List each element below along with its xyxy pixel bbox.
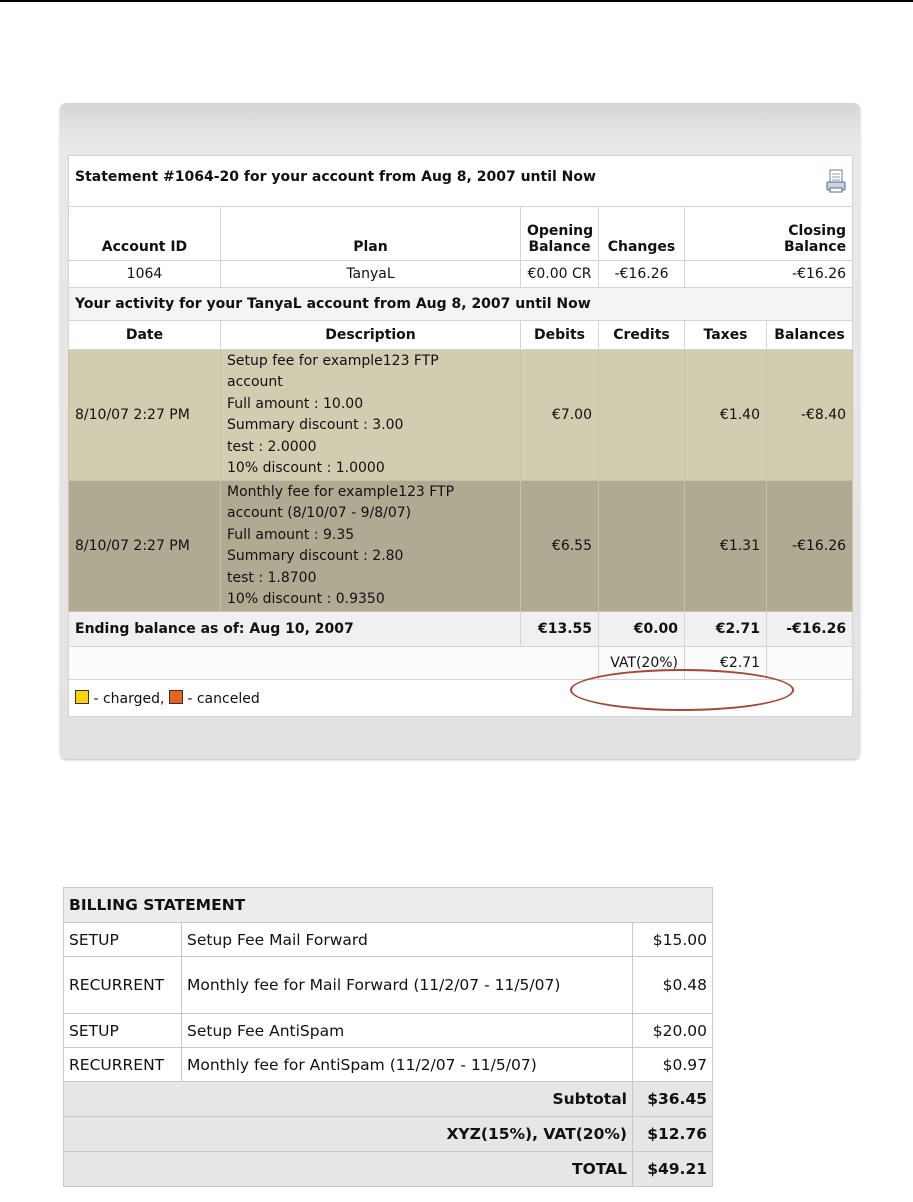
- line-credit: [598, 480, 685, 612]
- col-taxes: Taxes: [684, 320, 767, 350]
- billing-title: BILLING STATEMENT: [62, 887, 714, 923]
- vat-value: €2.71: [684, 646, 767, 680]
- charged-swatch: [75, 689, 89, 704]
- subtotal-label: Subtotal: [63, 1081, 633, 1117]
- subtotal-amount: $36.45: [631, 1081, 714, 1117]
- item-description: Setup Fee Mail Forward: [181, 922, 633, 957]
- account-id: 1064: [68, 260, 221, 288]
- col-changes: Changes: [598, 206, 685, 261]
- col-credits: Credits: [598, 320, 685, 350]
- total-amount: $49.21: [631, 1151, 714, 1187]
- tax-row: XYZ(15%), VAT(20%) $12.76: [63, 1116, 714, 1152]
- statement-table: Statement #1064-20 for your account from…: [67, 155, 854, 717]
- table-row[interactable]: SETUP Setup Fee AntiSpam $20.00: [63, 1013, 714, 1048]
- ending-balance: -€16.26: [765, 611, 854, 647]
- tax-label: XYZ(15%), VAT(20%): [63, 1116, 633, 1152]
- billing-statement-table: BILLING STATEMENT SETUP Setup Fee Mail F…: [62, 887, 714, 1187]
- item-amount: $0.97: [631, 1047, 714, 1082]
- item-description: Setup Fee AntiSpam: [181, 1013, 633, 1048]
- account-row: 1064 TanyaL €0.00 CR -€16.26 -€16.26: [68, 260, 854, 288]
- item-type: RECURRENT: [63, 956, 182, 1014]
- opening-balance: €0.00 CR: [520, 260, 599, 288]
- statement-panel: Statement #1064-20 for your account from…: [60, 103, 860, 759]
- item-description: Monthly fee for Mail Forward (11/2/07 - …: [181, 956, 633, 1014]
- item-description: Monthly fee for AntiSpam (11/2/07 - 11/5…: [181, 1047, 633, 1082]
- item-amount: $0.48: [631, 956, 714, 1014]
- activity-title-row: Your activity for your TanyaL account fr…: [67, 287, 854, 321]
- line-credit: [598, 349, 685, 481]
- table-row[interactable]: RECURRENT Monthly fee for AntiSpam (11/2…: [63, 1047, 714, 1082]
- canceled-swatch: [168, 689, 183, 704]
- col-balances: Balances: [765, 320, 854, 350]
- legend-charged: - charged,: [93, 690, 165, 707]
- total-label: TOTAL: [63, 1151, 633, 1187]
- ending-credits: €0.00: [598, 611, 685, 647]
- line-balance: -€16.26: [765, 480, 854, 612]
- table-row[interactable]: 8/10/07 2:27 PM Setup fee for example123…: [68, 349, 854, 481]
- subtotal-row: Subtotal $36.45: [63, 1081, 714, 1117]
- line-tax: €1.40: [684, 349, 767, 481]
- line-date: 8/10/07 2:27 PM: [68, 480, 221, 612]
- col-date: Date: [68, 320, 221, 350]
- table-row[interactable]: SETUP Setup Fee Mail Forward $15.00: [63, 922, 714, 957]
- ending-balance-label: Ending balance as of: Aug 10, 2007: [68, 611, 521, 647]
- account-header-row: Account ID Plan Opening Balance Changes C…: [68, 206, 854, 261]
- item-amount: $15.00: [631, 922, 714, 957]
- table-row[interactable]: 8/10/07 2:27 PM Monthly fee for example1…: [68, 480, 854, 612]
- item-type: RECURRENT: [63, 1047, 182, 1082]
- statement-title: Statement #1064-20 for your account from…: [75, 169, 596, 185]
- line-balance: -€8.40: [765, 349, 854, 481]
- line-description: Monthly fee for example123 FTP account (…: [220, 480, 521, 612]
- vat-spacer: [68, 646, 599, 680]
- col-debits: Debits: [520, 320, 599, 350]
- tax-amount: $12.76: [631, 1116, 714, 1152]
- activity-header-row: Date Description Debits Credits Taxes Ba…: [68, 320, 854, 350]
- total-row: TOTAL $49.21: [63, 1151, 714, 1187]
- line-date: 8/10/07 2:27 PM: [68, 349, 221, 481]
- col-opening-balance: Opening Balance: [520, 206, 599, 261]
- ending-debits: €13.55: [520, 611, 599, 647]
- col-account-id: Account ID: [68, 206, 221, 261]
- account-plan: TanyaL: [220, 260, 521, 288]
- col-plan: Plan: [220, 206, 521, 261]
- item-type: SETUP: [63, 1013, 182, 1048]
- vat-empty: [765, 646, 854, 680]
- table-row[interactable]: RECURRENT Monthly fee for Mail Forward (…: [63, 956, 714, 1014]
- item-type: SETUP: [63, 922, 182, 957]
- vat-label: VAT(20%): [598, 646, 685, 680]
- print-icon[interactable]: [826, 169, 846, 193]
- billing-title-row: BILLING STATEMENT: [62, 887, 714, 923]
- closing-balance: -€16.26: [683, 260, 854, 288]
- ending-taxes: €2.71: [684, 611, 767, 647]
- line-debit: €7.00: [520, 349, 599, 481]
- legend-canceled: - canceled: [187, 690, 260, 707]
- col-closing-balance: Closing Balance: [683, 206, 854, 261]
- top-divider: [0, 0, 913, 2]
- col-description: Description: [220, 320, 521, 350]
- line-tax: €1.31: [684, 480, 767, 612]
- ending-balance-row: Ending balance as of: Aug 10, 2007 €13.5…: [68, 611, 854, 647]
- legend-row: - charged, - canceled: [67, 679, 854, 717]
- activity-title: Your activity for your TanyaL account fr…: [67, 287, 854, 321]
- changes-value: -€16.26: [598, 260, 685, 288]
- item-amount: $20.00: [631, 1013, 714, 1048]
- line-debit: €6.55: [520, 480, 599, 612]
- legend: - charged, - canceled: [67, 679, 854, 717]
- line-description: Setup fee for example123 FTP account Ful…: [220, 349, 521, 481]
- vat-row: VAT(20%) €2.71: [68, 646, 854, 680]
- statement-title-row: Statement #1064-20 for your account from…: [67, 155, 854, 207]
